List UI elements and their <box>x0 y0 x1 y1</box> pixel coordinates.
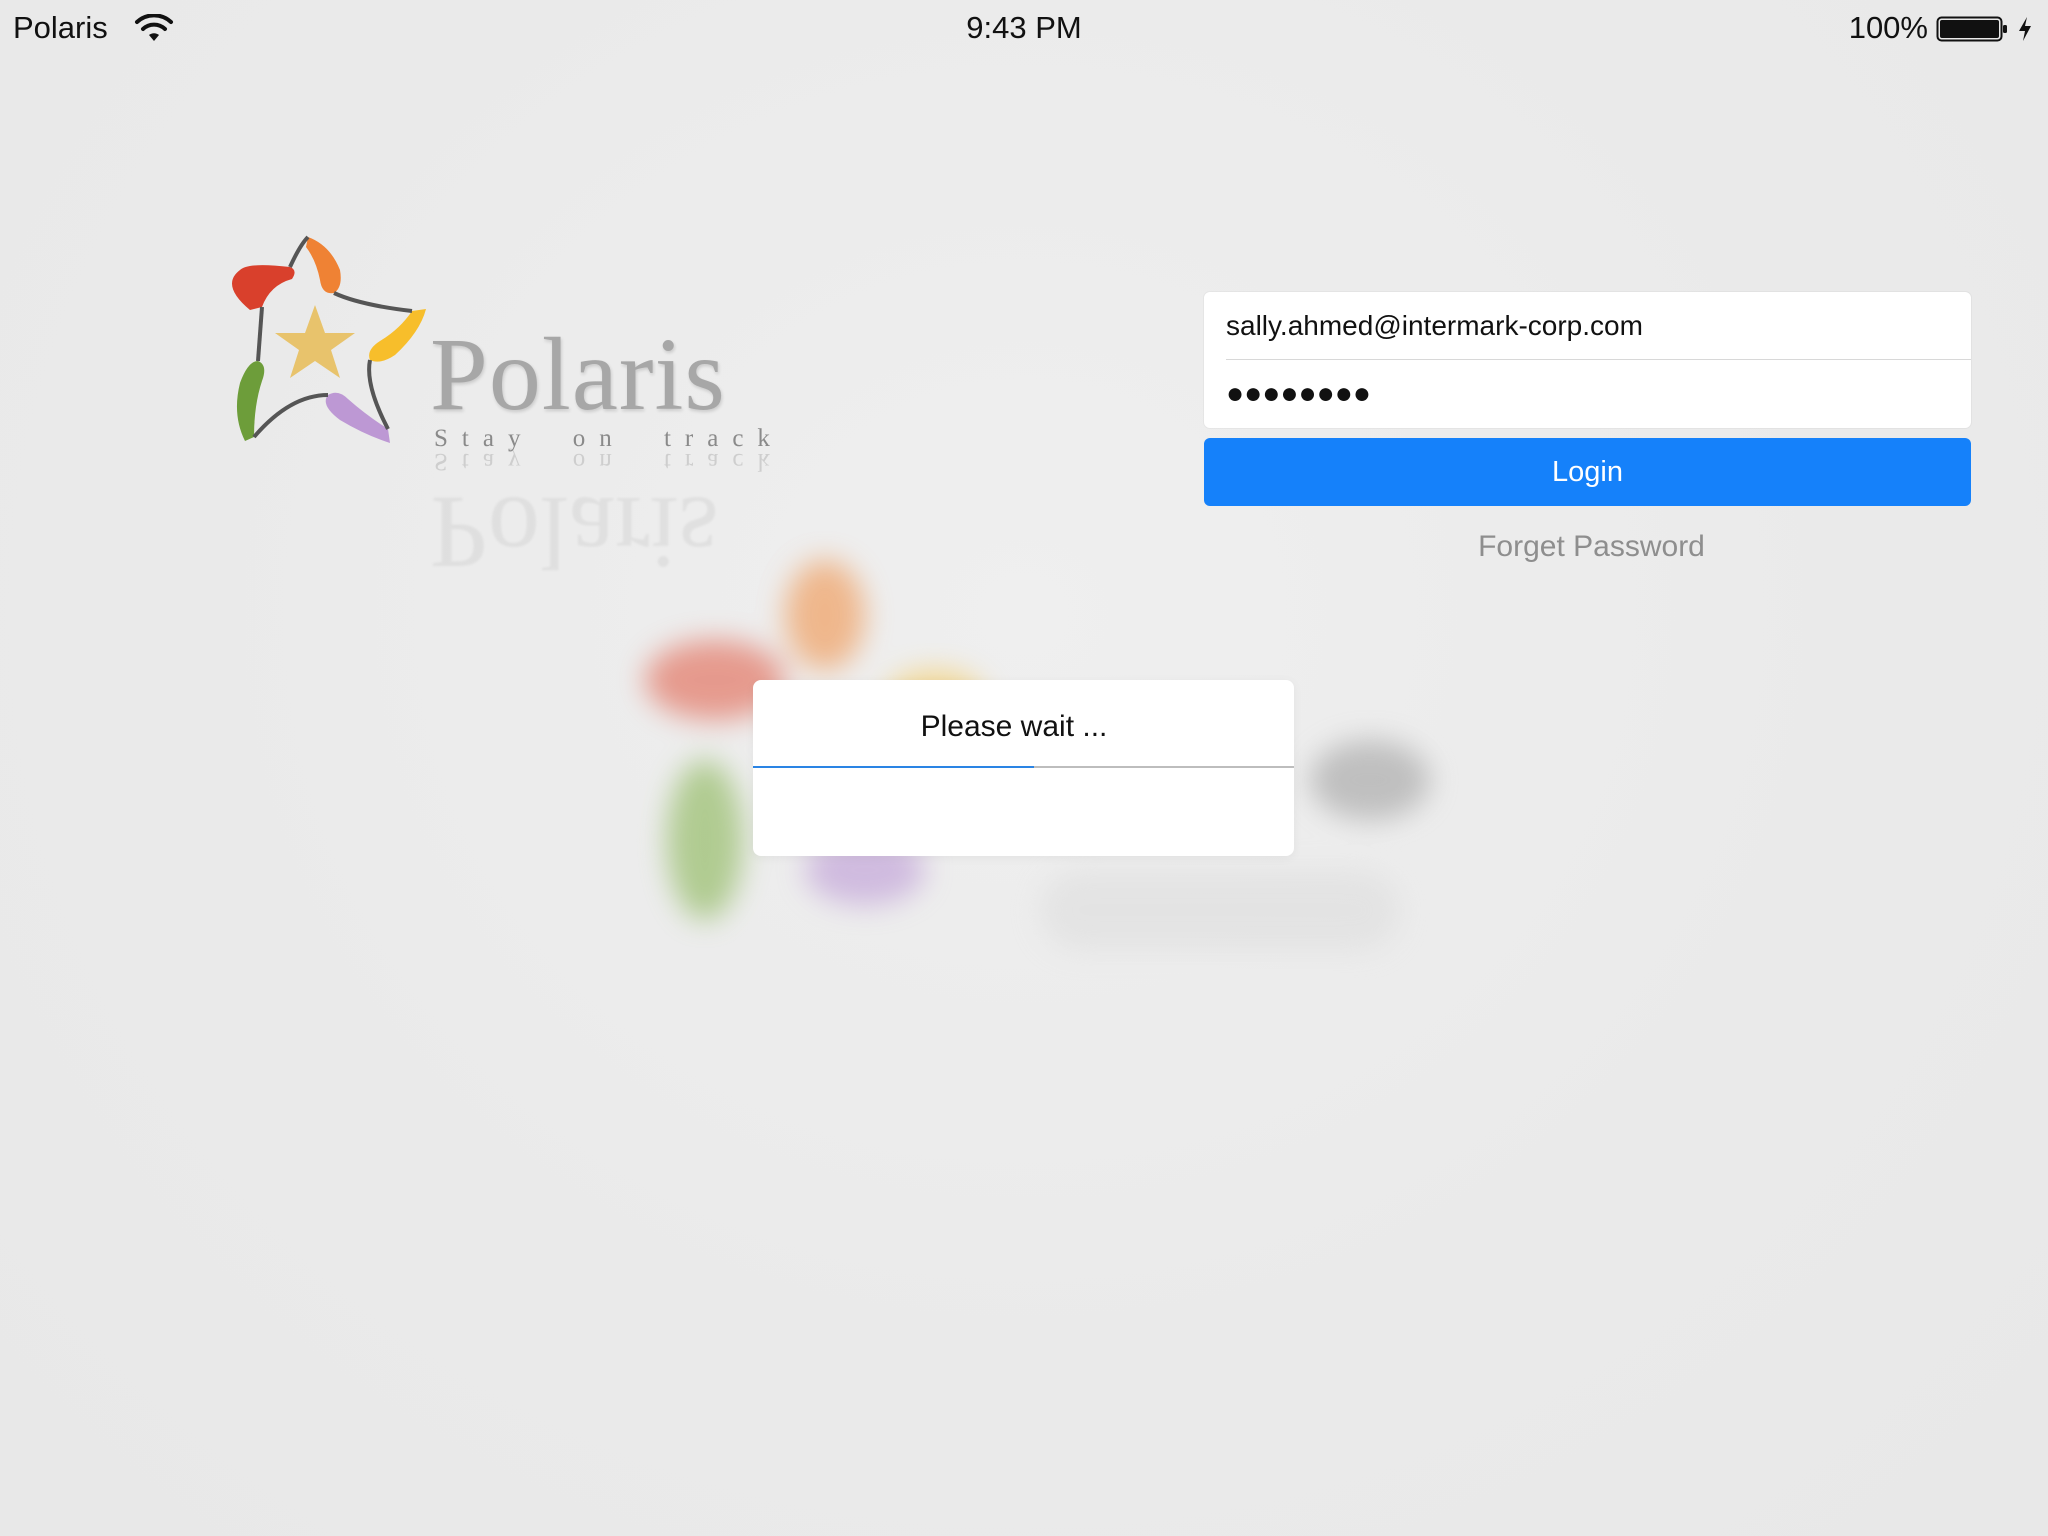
progress-bar-fill <box>753 766 1035 768</box>
login-form: sally.ahmed@intermark-corp.com ●●●●●●●● <box>1204 292 1971 428</box>
forgot-password-link[interactable]: Forget Password <box>1204 530 1979 564</box>
password-field[interactable]: ●●●●●●●● <box>1204 360 1971 428</box>
clock: 9:43 PM <box>966 10 1082 45</box>
progress-bar <box>753 766 1294 768</box>
login-button[interactable]: Login <box>1204 438 1971 506</box>
star-logo-icon <box>232 235 426 443</box>
status-bar: Polaris 9:43 PM 100% <box>0 0 2048 58</box>
charging-icon <box>2019 17 2031 41</box>
battery-icon <box>1936 16 2007 42</box>
login-screen: Polaris 9:43 PM 100% Polaris Polaris Sta… <box>0 0 2048 1536</box>
logo-wordmark-reflection: Polaris <box>430 475 719 590</box>
email-field[interactable]: sally.ahmed@intermark-corp.com <box>1204 292 1971 360</box>
logo-tagline-reflection: Stay on track <box>434 448 784 475</box>
polaris-logo: Polaris Polaris Stay on track Stay on tr… <box>190 215 784 590</box>
dialog-title: Please wait ... <box>920 710 1108 743</box>
battery-percentage: 100% <box>1848 10 1928 45</box>
progress-dialog: Please wait ... <box>753 680 1294 856</box>
logo-wordmark: Polaris <box>430 317 726 432</box>
